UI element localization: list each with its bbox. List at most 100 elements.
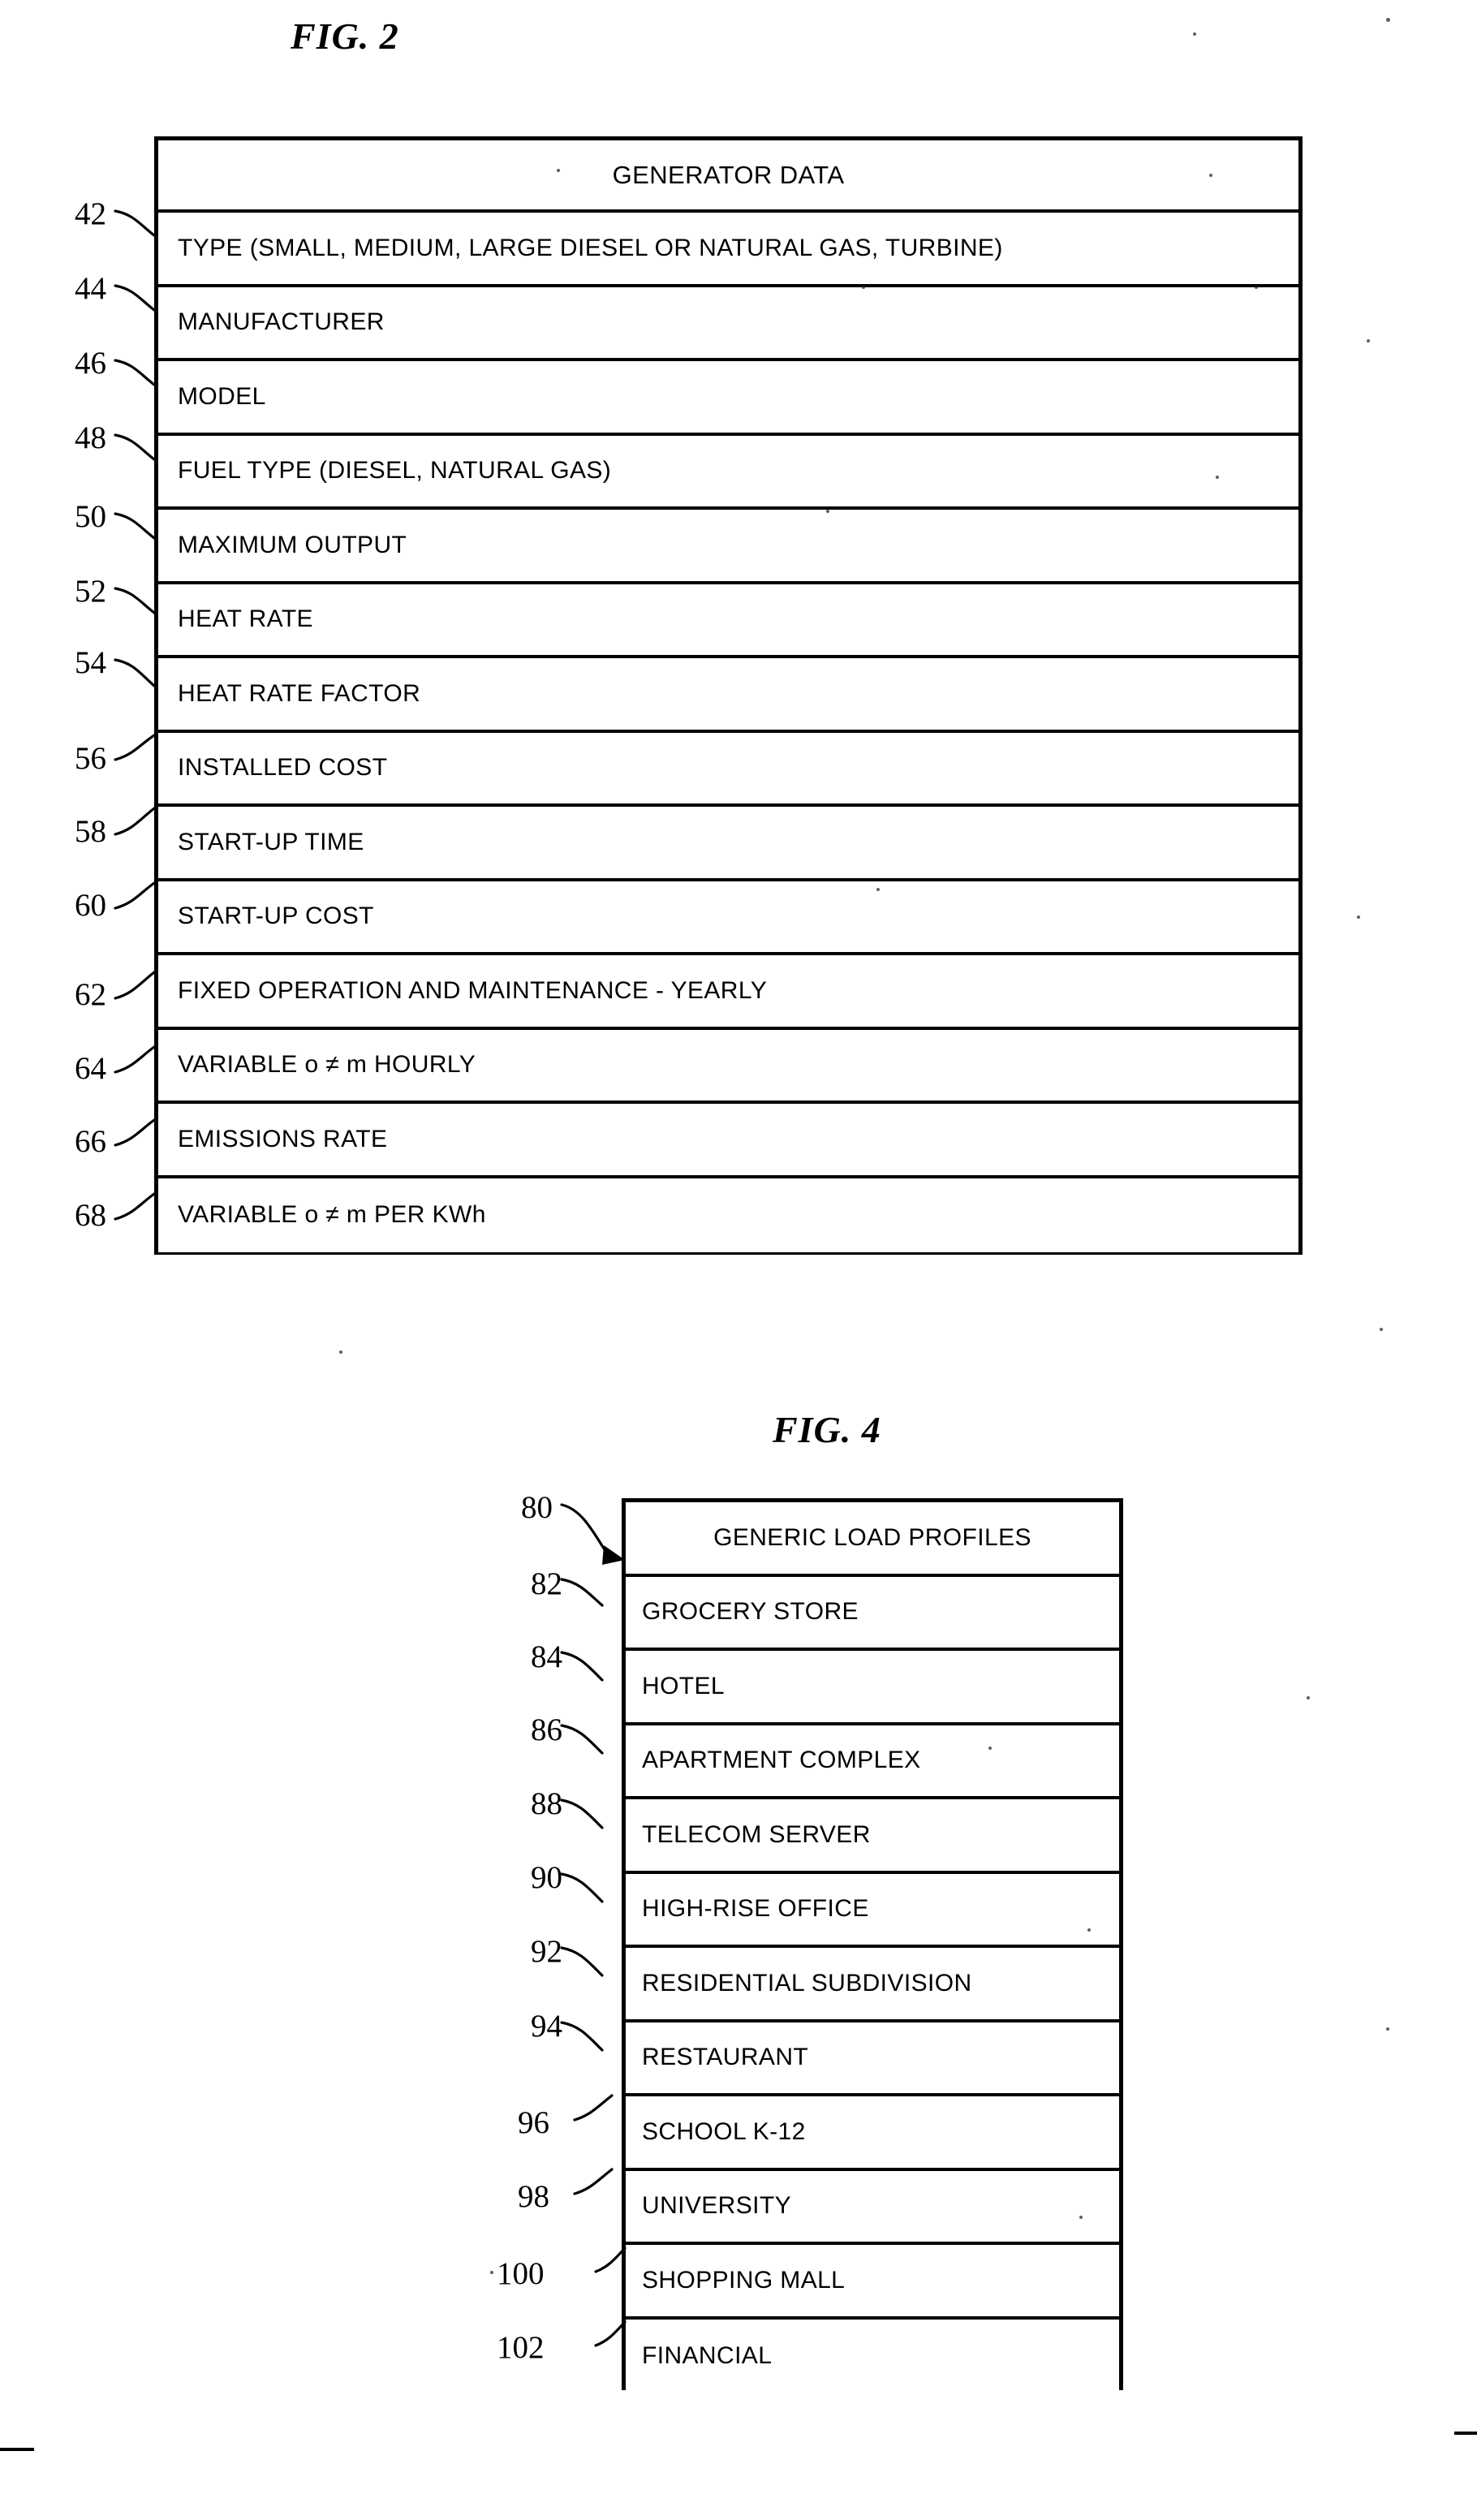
generator-data-header-label: GENERATOR DATA <box>612 161 845 189</box>
table-row: RESTAURANT <box>626 2022 1119 2096</box>
reference-numeral-56: 56 <box>75 741 106 776</box>
page-edge-mark <box>1454 2432 1477 2435</box>
table-row: VARIABLE o ≠ m PER KWh <box>158 1178 1298 1252</box>
table-row: INSTALLED COST <box>158 732 1298 807</box>
reference-numeral-98: 98 <box>518 2179 549 2214</box>
row-label-variable-om-per-kwh: VARIABLE o ≠ m PER KWh <box>178 1201 486 1229</box>
patent-figure-page: FIG. 2 GENERATOR DATA TYPE (SMALL, MEDIU… <box>0 0 1477 2520</box>
reference-numeral-64: 64 <box>75 1051 106 1086</box>
row-label-fixed-om-yearly: FIXED OPERATION AND MAINTENANCE - YEARLY <box>178 976 768 1004</box>
table-header-row: GENERIC LOAD PROFILES <box>626 1502 1119 1577</box>
row-label-telecom-server: TELECOM SERVER <box>642 1820 871 1848</box>
scan-speck <box>1209 174 1212 177</box>
row-label-apartment-complex: APARTMENT COMPLEX <box>642 1747 921 1774</box>
table-row: START-UP COST <box>158 881 1298 955</box>
scan-speck <box>1255 286 1258 289</box>
table-header-row: GENERATOR DATA <box>158 140 1298 213</box>
reference-numeral-42: 42 <box>75 196 106 231</box>
scan-speck <box>876 888 880 891</box>
row-label-maximum-output: MAXIMUM OUTPUT <box>178 531 407 558</box>
table-row: HEAT RATE <box>158 584 1298 658</box>
row-label-heat-rate: HEAT RATE <box>178 605 313 633</box>
row-label-grocery-store: GROCERY STORE <box>642 1598 859 1626</box>
reference-numeral-86: 86 <box>531 1712 562 1747</box>
table-row: HIGH-RISE OFFICE <box>626 1873 1119 1948</box>
scan-speck <box>557 169 560 172</box>
table-row: TYPE (SMALL, MEDIUM, LARGE DIESEL OR NAT… <box>158 213 1298 287</box>
table-row: FINANCIAL <box>626 2319 1119 2393</box>
generic-load-profiles-table: GENERIC LOAD PROFILES GROCERY STORE HOTE… <box>622 1498 1123 2393</box>
reference-numeral-62: 62 <box>75 977 106 1012</box>
table-row: HOTEL <box>626 1651 1119 1725</box>
row-label-fuel-type: FUEL TYPE (DIESEL, NATURAL GAS) <box>178 457 612 485</box>
reference-numeral-52: 52 <box>75 574 106 609</box>
reference-numeral-100: 100 <box>497 2256 545 2291</box>
table-row: APARTMENT COMPLEX <box>626 1725 1119 1799</box>
scan-speck <box>1386 18 1390 22</box>
row-label-heat-rate-factor: HEAT RATE FACTOR <box>178 679 421 707</box>
table-row: MODEL <box>158 361 1298 436</box>
row-label-model: MODEL <box>178 382 266 410</box>
leader-lines-figure-4 <box>558 1485 631 2386</box>
reference-numeral-66: 66 <box>75 1124 106 1159</box>
row-label-hotel: HOTEL <box>642 1672 726 1699</box>
row-label-installed-cost: INSTALLED COST <box>178 754 388 782</box>
row-label-school-k-12: SCHOOL K-12 <box>642 2117 806 2145</box>
reference-numeral-50: 50 <box>75 499 106 534</box>
reference-numeral-68: 68 <box>75 1198 106 1233</box>
generic-load-profiles-header-label: GENERIC LOAD PROFILES <box>713 1523 1031 1551</box>
figure-2-caption: FIG. 2 <box>291 15 399 57</box>
table-row: MAXIMUM OUTPUT <box>158 510 1298 584</box>
scan-speck <box>1216 476 1219 479</box>
row-label-start-up-time: START-UP TIME <box>178 828 364 855</box>
row-label-restaurant: RESTAURANT <box>642 2044 809 2071</box>
reference-numeral-82: 82 <box>531 1566 562 1601</box>
reference-numeral-58: 58 <box>75 814 106 849</box>
row-label-residential-subdivision: RESIDENTIAL SUBDIVISION <box>642 1969 972 1997</box>
reference-numeral-96: 96 <box>518 2105 549 2140</box>
scan-speck <box>1367 339 1370 342</box>
row-label-type: TYPE (SMALL, MEDIUM, LARGE DIESEL OR NAT… <box>178 234 1003 261</box>
row-label-high-rise-office: HIGH-RISE OFFICE <box>642 1895 869 1923</box>
scan-speck <box>1079 2216 1083 2219</box>
scan-speck <box>1357 915 1360 919</box>
table-row: FIXED OPERATION AND MAINTENANCE - YEARLY <box>158 955 1298 1030</box>
scan-speck <box>339 1350 342 1354</box>
row-label-emissions-rate: EMISSIONS RATE <box>178 1125 388 1152</box>
scan-speck <box>1087 1928 1091 1932</box>
table-row: TELECOM SERVER <box>626 1799 1119 1874</box>
table-row: VARIABLE o ≠ m HOURLY <box>158 1029 1298 1104</box>
reference-numeral-102: 102 <box>497 2330 545 2365</box>
reference-numeral-92: 92 <box>531 1934 562 1969</box>
scan-speck <box>490 2271 493 2274</box>
table-row: SCHOOL K-12 <box>626 2096 1119 2171</box>
reference-numeral-94: 94 <box>531 2009 562 2044</box>
table-row: SHOPPING MALL <box>626 2245 1119 2320</box>
reference-numeral-80: 80 <box>521 1490 553 1525</box>
row-label-manufacturer: MANUFACTURER <box>178 308 385 336</box>
scan-speck <box>826 510 829 513</box>
row-label-start-up-cost: START-UP COST <box>178 902 374 930</box>
scan-speck <box>1386 2027 1389 2031</box>
table-row: HEAT RATE FACTOR <box>158 658 1298 733</box>
generator-data-table: GENERATOR DATA TYPE (SMALL, MEDIUM, LARG… <box>154 136 1303 1255</box>
row-label-shopping-mall: SHOPPING MALL <box>642 2266 846 2294</box>
scan-speck <box>862 286 865 289</box>
scan-speck <box>1307 1696 1310 1699</box>
reference-numeral-44: 44 <box>75 271 106 306</box>
table-row: UNIVERSITY <box>626 2170 1119 2245</box>
table-row: EMISSIONS RATE <box>158 1104 1298 1178</box>
table-row: FUEL TYPE (DIESEL, NATURAL GAS) <box>158 435 1298 510</box>
reference-numeral-54: 54 <box>75 645 106 680</box>
page-edge-mark <box>0 2448 34 2451</box>
reference-numeral-88: 88 <box>531 1786 562 1821</box>
scan-speck <box>1380 1328 1383 1331</box>
table-row: START-UP TIME <box>158 807 1298 881</box>
reference-numeral-46: 46 <box>75 346 106 381</box>
reference-numeral-90: 90 <box>531 1860 562 1895</box>
row-label-variable-om-hourly: VARIABLE o ≠ m HOURLY <box>178 1051 476 1079</box>
reference-numeral-48: 48 <box>75 420 106 455</box>
table-row: RESIDENTIAL SUBDIVISION <box>626 1948 1119 2022</box>
reference-numeral-84: 84 <box>531 1639 562 1674</box>
scan-speck <box>988 1747 992 1750</box>
